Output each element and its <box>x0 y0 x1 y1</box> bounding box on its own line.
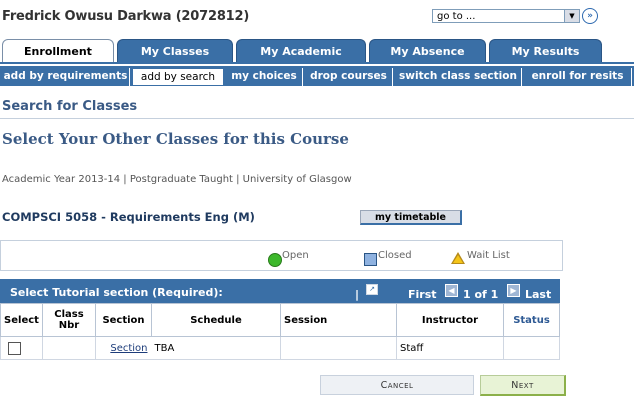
subtab-label: my choices <box>231 70 297 82</box>
column-header-instructor: Instructor <box>396 303 504 337</box>
column-header-status[interactable]: Status <box>503 303 560 337</box>
subtab-add-by-requirements[interactable]: add by requirements <box>2 68 130 86</box>
session-cell <box>280 336 397 360</box>
tutorial-section-grid: Select Class Nbr Section Schedule Sessio… <box>0 303 560 360</box>
subtab-drop-courses[interactable]: drop courses <box>305 68 393 86</box>
section-cell: Section <box>95 336 152 360</box>
column-header-select: Select <box>0 303 43 337</box>
tab-enrollment[interactable]: Enrollment <box>2 39 114 62</box>
tab-my-results[interactable]: My Results <box>489 39 602 62</box>
tab-label: My Results <box>511 45 580 58</box>
subtab-label: add by search <box>140 71 216 83</box>
tab-label: My Absence <box>390 45 465 58</box>
subtab-label: enroll for resits <box>531 70 624 82</box>
cancel-button[interactable]: Cancel <box>320 375 474 395</box>
status-cell <box>503 336 560 360</box>
legend-open-label: Open <box>282 250 309 261</box>
schedule-cell: TBA <box>151 336 281 360</box>
course-title: COMPSCI 5058 - Requirements Eng (M) <box>2 210 255 224</box>
my-timetable-button[interactable]: my timetable <box>360 210 462 225</box>
page-count: 1 of 1 <box>463 288 499 301</box>
class-nbr-cell <box>42 336 96 360</box>
subtab-label: add by requirements <box>3 70 128 82</box>
subtab-my-choices[interactable]: my choices <box>226 68 303 86</box>
tab-my-classes[interactable]: My Classes <box>117 39 233 62</box>
section-select-checkbox[interactable] <box>8 341 21 355</box>
goto-dropdown[interactable]: go to ... ▼ <box>432 9 580 23</box>
open-status-icon <box>268 253 282 267</box>
tab-label: My Classes <box>140 45 210 58</box>
legend-closed-label: Closed <box>378 250 412 261</box>
column-header-session: Session <box>280 303 397 337</box>
student-name: Fredrick Owusu Darkwa (2072812) <box>2 9 250 24</box>
goto-arrow-icon[interactable]: » <box>582 8 598 24</box>
column-label: Class Nbr <box>54 309 84 331</box>
select-cell <box>0 336 43 360</box>
tab-divider <box>0 62 634 64</box>
first-page-link[interactable]: First <box>408 288 437 301</box>
page-title: Search for Classes <box>2 99 138 114</box>
tab-my-absence[interactable]: My Absence <box>369 39 486 62</box>
table-row: Section TBA Staff <box>0 336 560 360</box>
column-header-schedule: Schedule <box>151 303 281 337</box>
column-header-section: Section <box>95 303 152 337</box>
subtab-switch-class-section[interactable]: switch class section <box>395 68 522 86</box>
last-page-link[interactable]: Last <box>525 288 551 301</box>
wait-list-icon-fill <box>453 255 463 263</box>
closed-status-icon <box>364 253 377 266</box>
grid-separator: | <box>355 288 360 301</box>
tab-my-academic-record[interactable]: My Academic Record <box>236 39 366 82</box>
subtab-label: switch class section <box>399 70 517 82</box>
title-divider <box>0 118 634 119</box>
subtab-label: drop courses <box>310 70 387 82</box>
previous-page-icon[interactable]: ◀ <box>445 284 458 297</box>
next-page-icon[interactable]: ▶ <box>507 284 520 297</box>
section-link[interactable]: Section <box>110 343 147 354</box>
goto-value: go to ... <box>437 11 476 22</box>
grid-title: Select Tutorial section (Required): <box>10 286 223 299</box>
column-header-class-nbr: Class Nbr <box>42 303 96 337</box>
legend-wait-list-label: Wait List <box>467 250 510 261</box>
next-button[interactable]: Next <box>480 375 566 396</box>
subtab-enroll-for-resits[interactable]: enroll for resits <box>524 68 632 86</box>
export-grid-icon[interactable]: ↗ <box>366 284 378 295</box>
section-heading: Select Your Other Classes for this Cours… <box>2 130 349 148</box>
subtab-add-by-search[interactable]: add by search <box>132 68 224 86</box>
tab-label: Enrollment <box>24 45 92 58</box>
chevron-down-icon[interactable]: ▼ <box>564 10 579 22</box>
academic-context: Academic Year 2013-14 | Postgraduate Tau… <box>2 174 352 185</box>
instructor-cell: Staff <box>396 336 504 360</box>
